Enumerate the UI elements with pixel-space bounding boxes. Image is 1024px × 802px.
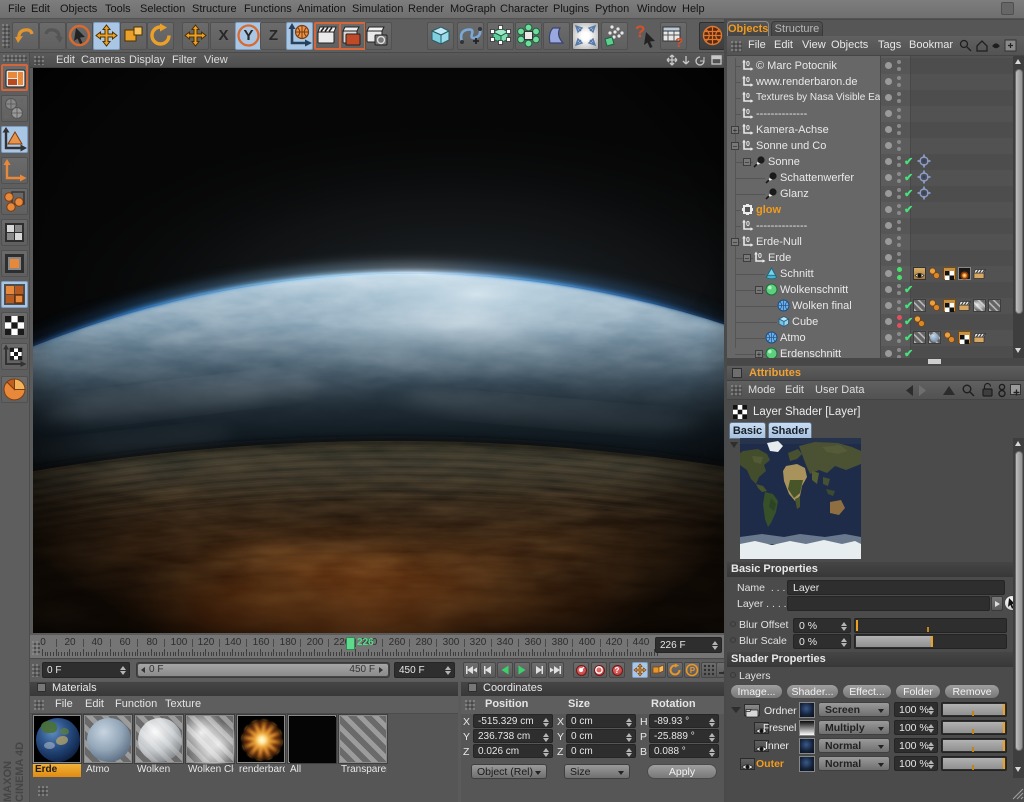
svg-text:0: 0: [746, 77, 750, 84]
svg-text:0: 0: [746, 237, 750, 244]
svg-text:?: ?: [675, 35, 683, 48]
svg-text:0: 0: [746, 125, 750, 132]
svg-text:0: 0: [746, 221, 750, 228]
svg-text:0: 0: [758, 253, 762, 260]
svg-text:0: 0: [746, 61, 750, 68]
svg-text:0: 0: [746, 93, 750, 100]
svg-text:0: 0: [746, 141, 750, 148]
svg-text:0: 0: [746, 109, 750, 116]
svg-text:?: ?: [615, 666, 620, 675]
svg-text:P: P: [690, 666, 696, 675]
svg-text:?: ?: [635, 22, 645, 41]
